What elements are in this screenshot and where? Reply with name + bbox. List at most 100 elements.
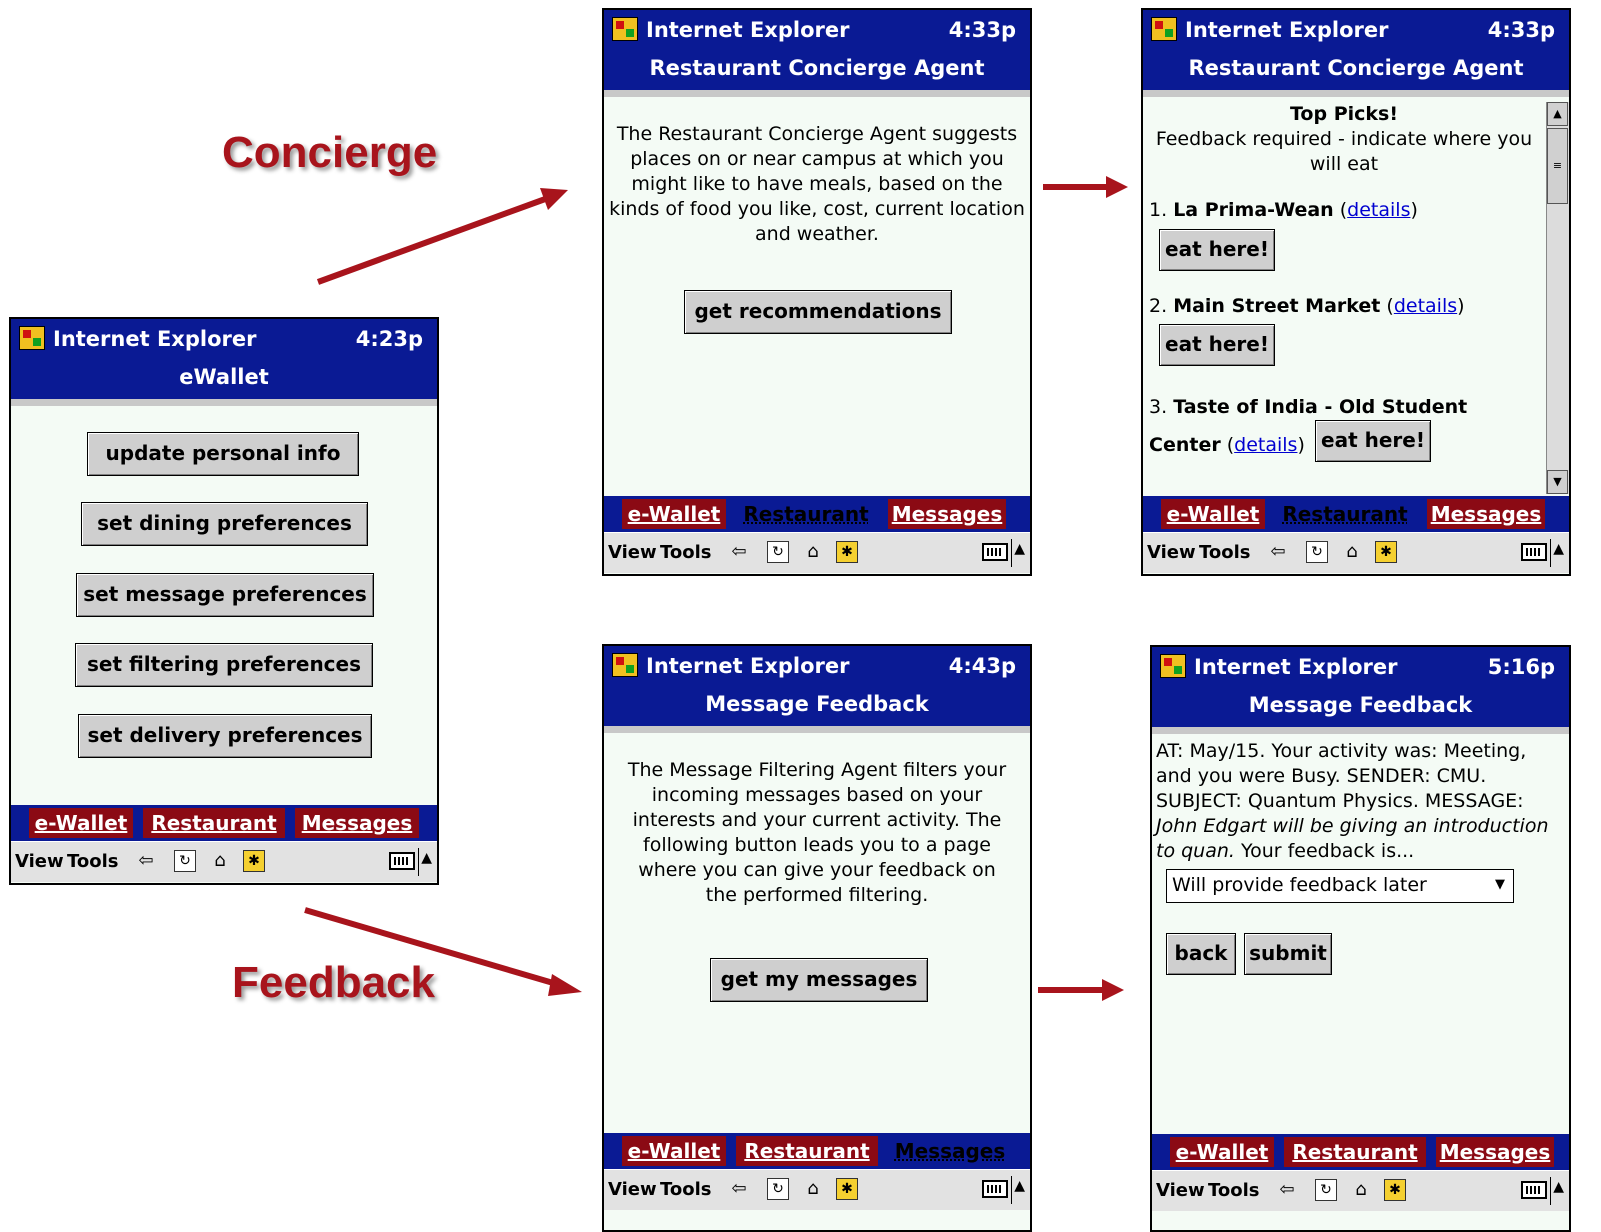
details-link[interactable]: details xyxy=(1347,199,1410,221)
set-delivery-preferences-button[interactable]: set delivery preferences xyxy=(78,714,372,758)
toolbar: View Tools ⇦ ↻ ⌂ ✱ ▲ xyxy=(1152,1170,1569,1211)
clock: 4:43p xyxy=(948,654,1016,678)
page-title: eWallet xyxy=(11,359,437,399)
back-arrow-icon[interactable]: ⇦ xyxy=(1267,541,1289,563)
tab-ewallet[interactable]: e-Wallet xyxy=(622,499,726,529)
scroll-thumb[interactable]: ≡ xyxy=(1547,128,1568,204)
chevron-up-icon[interactable]: ▲ xyxy=(1553,541,1564,557)
tab-messages[interactable]: Messages xyxy=(894,1136,1006,1166)
tab-ewallet[interactable]: e-Wallet xyxy=(622,1136,726,1166)
toolbar: View Tools ⇦ ↻ ⌂ ✱ ▲ xyxy=(11,841,437,882)
tab-bar: e-Wallet Restaurant Messages xyxy=(604,1133,1030,1169)
tab-ewallet[interactable]: e-Wallet xyxy=(1170,1137,1274,1167)
eat-here-button[interactable]: eat here! xyxy=(1159,324,1275,366)
tab-messages[interactable]: Messages xyxy=(1436,1137,1554,1167)
keyboard-icon[interactable] xyxy=(982,1180,1008,1198)
tab-restaurant[interactable]: Restaurant xyxy=(1284,1137,1426,1167)
get-recommendations-button[interactable]: get recommendations xyxy=(684,290,952,334)
picks-subheading: Feedback required - indicate where you w… xyxy=(1155,128,1533,175)
tools-menu[interactable]: Tools xyxy=(1208,1180,1260,1201)
view-menu[interactable]: View xyxy=(1156,1180,1205,1201)
keyboard-icon[interactable] xyxy=(1521,543,1547,561)
favorites-icon[interactable]: ✱ xyxy=(836,1178,858,1200)
ie-logo-icon xyxy=(19,326,45,350)
tab-restaurant[interactable]: Restaurant xyxy=(1279,499,1411,529)
home-icon[interactable]: ⌂ xyxy=(802,1178,824,1200)
back-button[interactable]: back xyxy=(1166,933,1236,975)
app-name: Internet Explorer xyxy=(646,654,850,678)
tab-restaurant[interactable]: Restaurant xyxy=(740,499,872,529)
ie-logo-icon xyxy=(612,17,638,41)
scroll-up-icon[interactable]: ▲ xyxy=(1547,102,1568,126)
view-menu[interactable]: View xyxy=(15,851,64,872)
scroll-down-icon[interactable]: ▼ xyxy=(1547,470,1568,494)
concierge-intro-screen: Internet Explorer 4:33p Restaurant Conci… xyxy=(602,8,1032,576)
tab-messages[interactable]: Messages xyxy=(888,499,1006,529)
refresh-icon[interactable]: ↻ xyxy=(1306,541,1328,563)
tab-ewallet[interactable]: e-Wallet xyxy=(1161,499,1265,529)
update-personal-info-button[interactable]: update personal info xyxy=(87,432,359,476)
refresh-icon[interactable]: ↻ xyxy=(767,541,789,563)
scrollbar[interactable]: ▲ ≡ ▼ xyxy=(1546,102,1569,494)
tools-menu[interactable]: Tools xyxy=(660,1179,712,1200)
pick-2: 2. Main Street Market (details) xyxy=(1149,295,1465,317)
view-menu[interactable]: View xyxy=(608,1179,657,1200)
favorites-icon[interactable]: ✱ xyxy=(1384,1179,1406,1201)
chevron-up-icon[interactable]: ▲ xyxy=(421,850,432,866)
home-icon[interactable]: ⌂ xyxy=(802,541,824,563)
app-name: Internet Explorer xyxy=(53,327,257,351)
tab-bar: e-Wallet Restaurant Messages xyxy=(11,805,437,841)
set-filtering-preferences-button[interactable]: set filtering preferences xyxy=(75,643,373,687)
refresh-icon[interactable]: ↻ xyxy=(174,850,196,872)
feedback-select[interactable]: Will provide feedback later ▼ xyxy=(1166,869,1514,903)
tools-menu[interactable]: Tools xyxy=(660,542,712,563)
pick-name: La Prima-Wean xyxy=(1173,199,1334,221)
clock: 4:33p xyxy=(948,18,1016,42)
clock: 4:23p xyxy=(355,327,423,351)
tab-ewallet[interactable]: e-Wallet xyxy=(29,808,133,838)
set-message-preferences-button[interactable]: set message preferences xyxy=(76,573,374,617)
chevron-up-icon[interactable]: ▲ xyxy=(1014,541,1025,557)
toolbar: View Tools ⇦ ↻ ⌂ ✱ ▲ xyxy=(1143,532,1569,573)
back-arrow-icon[interactable]: ⇦ xyxy=(728,1178,750,1200)
chevron-up-icon[interactable]: ▲ xyxy=(1014,1178,1025,1194)
keyboard-icon[interactable] xyxy=(982,543,1008,561)
set-dining-preferences-button[interactable]: set dining preferences xyxy=(81,502,368,546)
back-arrow-icon[interactable]: ⇦ xyxy=(728,541,750,563)
eat-here-button[interactable]: eat here! xyxy=(1159,229,1275,271)
keyboard-icon[interactable] xyxy=(1521,1181,1547,1199)
app-name: Internet Explorer xyxy=(1185,18,1389,42)
tab-messages[interactable]: Messages xyxy=(1427,499,1545,529)
submit-button[interactable]: submit xyxy=(1244,933,1332,975)
view-menu[interactable]: View xyxy=(608,542,657,563)
back-arrow-icon[interactable]: ⇦ xyxy=(1276,1179,1298,1201)
feedback-intro-screen: Internet Explorer 4:43p Message Feedback… xyxy=(602,644,1032,1232)
chevron-up-icon[interactable]: ▲ xyxy=(1553,1179,1564,1195)
home-icon[interactable]: ⌂ xyxy=(209,850,231,872)
keyboard-icon[interactable] xyxy=(389,852,415,870)
back-arrow-icon[interactable]: ⇦ xyxy=(135,850,157,872)
get-my-messages-button[interactable]: get my messages xyxy=(710,958,928,1002)
details-link[interactable]: details xyxy=(1234,434,1297,456)
details-link[interactable]: details xyxy=(1394,295,1457,317)
app-name: Internet Explorer xyxy=(1194,655,1398,679)
favorites-icon[interactable]: ✱ xyxy=(1375,541,1397,563)
home-icon[interactable]: ⌂ xyxy=(1350,1179,1372,1201)
tab-restaurant[interactable]: Restaurant xyxy=(143,808,285,838)
ewallet-screen: Internet Explorer 4:23p eWallet update p… xyxy=(9,317,439,885)
ie-logo-icon xyxy=(1151,17,1177,41)
tab-restaurant[interactable]: Restaurant xyxy=(736,1136,878,1166)
tab-messages[interactable]: Messages xyxy=(295,808,419,838)
message-text: AT: May/15. Your activity was: Meeting, … xyxy=(1156,740,1549,862)
page-title: Message Feedback xyxy=(1152,687,1569,727)
home-icon[interactable]: ⌂ xyxy=(1341,541,1363,563)
favorites-icon[interactable]: ✱ xyxy=(836,541,858,563)
tools-menu[interactable]: Tools xyxy=(67,851,119,872)
favorites-icon[interactable]: ✱ xyxy=(243,850,265,872)
tools-menu[interactable]: Tools xyxy=(1199,542,1251,563)
view-menu[interactable]: View xyxy=(1147,542,1196,563)
refresh-icon[interactable]: ↻ xyxy=(1315,1179,1337,1201)
eat-here-button[interactable]: eat here! xyxy=(1315,420,1431,462)
ie-logo-icon xyxy=(612,653,638,677)
refresh-icon[interactable]: ↻ xyxy=(767,1178,789,1200)
